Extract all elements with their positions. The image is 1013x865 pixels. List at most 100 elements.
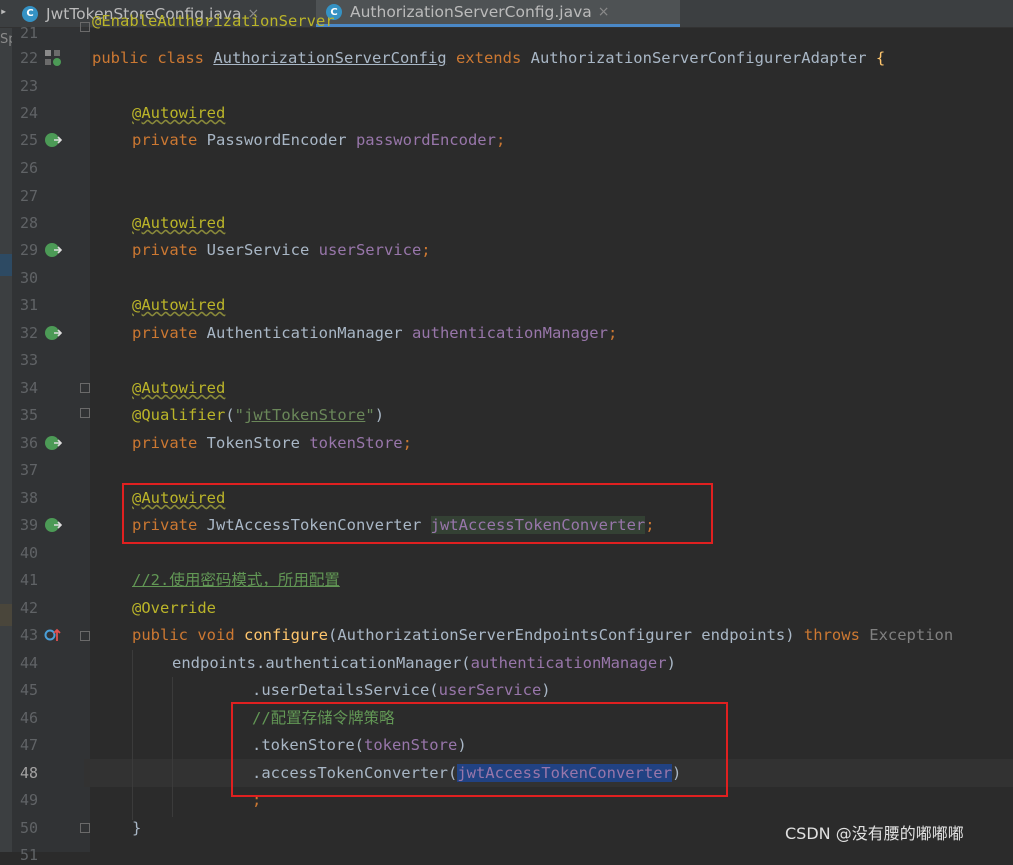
keyword: throws <box>803 626 870 644</box>
line-number[interactable]: 45 <box>14 680 38 700</box>
line-number[interactable]: 35 <box>14 405 38 425</box>
code-line-21[interactable]: @EnableAuthorizationServer <box>92 12 335 44</box>
line-number[interactable]: 41 <box>14 570 38 590</box>
line-number[interactable]: 22 <box>14 48 38 68</box>
line-number[interactable]: 49 <box>14 790 38 810</box>
line-number[interactable]: 32 <box>14 323 38 343</box>
line-number[interactable]: 40 <box>14 543 38 563</box>
project-panel-marker <box>0 604 12 626</box>
close-icon[interactable]: × <box>598 4 610 20</box>
code-line-31[interactable]: @Autowired <box>132 294 225 316</box>
code-line-32[interactable]: private AuthenticationManager authentica… <box>132 322 617 344</box>
line-number[interactable]: 24 <box>14 103 38 123</box>
field-name: userService <box>318 241 422 259</box>
spring-bean-icon[interactable] <box>44 131 63 149</box>
line-number[interactable]: 34 <box>14 378 38 398</box>
project-panel-selection <box>0 254 12 276</box>
fold-marker-icon[interactable] <box>80 383 90 393</box>
code-line-28[interactable]: @Autowired <box>132 212 225 234</box>
code-line-44[interactable]: endpoints.authenticationManager(authenti… <box>172 652 676 674</box>
class-name: AuthorizationServerConfig <box>213 49 447 67</box>
code-line-34[interactable]: @Autowired <box>132 377 225 399</box>
line-number[interactable]: 43 <box>14 625 38 645</box>
line-number[interactable]: 30 <box>14 268 38 288</box>
keyword: extends <box>446 49 531 67</box>
semicolon: ; <box>607 324 618 342</box>
line-number[interactable]: 31 <box>14 295 38 315</box>
code-line-35[interactable]: @Qualifier("jwtTokenStore") <box>132 404 384 426</box>
method-call: .userDetailsService( <box>252 681 439 699</box>
code-line-50[interactable]: } <box>132 817 141 839</box>
argument: userService <box>438 681 542 699</box>
paren: ) <box>666 654 676 672</box>
line-number[interactable]: 23 <box>14 76 38 96</box>
line-number[interactable]: 46 <box>14 708 38 728</box>
line-number[interactable]: 37 <box>14 460 38 480</box>
annotation-enable-auth-server: @EnableAuthorizationServer <box>92 12 335 30</box>
fold-marker-icon[interactable] <box>80 408 90 418</box>
line-number[interactable]: 42 <box>14 598 38 618</box>
line-number[interactable]: 28 <box>14 213 38 233</box>
line-number[interactable]: 36 <box>14 433 38 453</box>
spring-bean-icon[interactable] <box>44 241 63 259</box>
line-number[interactable]: 39 <box>14 515 38 535</box>
code-line-42[interactable]: @Override <box>132 597 216 619</box>
code-line-45[interactable]: .userDetailsService(userService) <box>252 679 551 701</box>
code-line-22[interactable]: public class AuthorizationServerConfig e… <box>92 47 885 69</box>
watermark: CSDN @没有腰的嘟嘟嘟 <box>785 824 964 843</box>
line-number[interactable]: 33 <box>14 350 38 370</box>
code-line-29[interactable]: private UserService userService; <box>132 239 431 261</box>
annotation-override: @Override <box>132 599 216 617</box>
line-number[interactable]: 26 <box>14 158 38 178</box>
line-number[interactable]: 21 <box>14 23 38 43</box>
keyword: private <box>132 241 207 259</box>
annotation-autowired: @Autowired <box>132 379 226 397</box>
code-line-36[interactable]: private TokenStore tokenStore; <box>132 432 412 454</box>
semicolon: ; <box>402 434 412 452</box>
annotation-autowired: @Autowired <box>132 214 226 232</box>
highlight-box-chain <box>231 702 728 797</box>
spring-bean-icon[interactable] <box>44 324 63 342</box>
line-number[interactable]: 50 <box>14 818 38 838</box>
line-number[interactable]: 48 <box>14 763 38 783</box>
type-name: UserService <box>206 241 319 259</box>
override-method-icon[interactable] <box>44 626 62 644</box>
exception-type: Exception <box>869 626 954 644</box>
type-name: TokenStore <box>206 434 310 452</box>
line-number[interactable]: 51 <box>14 845 38 865</box>
spring-config-icon[interactable] <box>44 49 62 67</box>
line-number[interactable]: 27 <box>14 186 38 206</box>
line-number[interactable]: 38 <box>14 488 38 508</box>
line-number[interactable]: 29 <box>14 240 38 260</box>
code-line-25[interactable]: private PasswordEncoder passwordEncoder; <box>132 129 505 151</box>
spring-bean-icon[interactable] <box>44 516 63 534</box>
annotation-autowired: @Autowired <box>132 104 226 122</box>
fold-marker-icon[interactable] <box>80 631 90 641</box>
keyword: private <box>132 131 207 149</box>
semicolon: ; <box>495 131 506 149</box>
quote: " <box>234 406 245 424</box>
paren: ) <box>541 681 551 699</box>
fold-marker-icon[interactable] <box>80 22 90 32</box>
tab-authorization-server-config[interactable]: C AuthorizationServerConfig.java × <box>316 0 680 27</box>
tabs-dropdown-icon[interactable]: ▸ <box>0 4 7 18</box>
method-name: configure <box>243 626 328 644</box>
code-line-43[interactable]: public void configure(AuthorizationServe… <box>132 624 953 646</box>
fold-marker-icon[interactable] <box>80 823 90 833</box>
keyword: private <box>132 434 207 452</box>
field-name: passwordEncoder <box>355 131 496 149</box>
type-name: PasswordEncoder <box>206 131 356 149</box>
indent-guide <box>132 650 133 820</box>
keyword: public void <box>132 626 244 644</box>
semicolon: ; <box>421 241 431 259</box>
line-number[interactable]: 44 <box>14 653 38 673</box>
line-number[interactable]: 25 <box>14 130 38 150</box>
argument: authenticationManager <box>470 654 667 672</box>
field-name: authenticationManager <box>411 324 608 342</box>
keyword: private <box>132 324 207 342</box>
code-line-24[interactable]: @Autowired <box>132 102 225 124</box>
code-line-41[interactable]: //2.使用密码模式，所用配置 <box>132 569 340 591</box>
spring-bean-icon[interactable] <box>44 434 63 452</box>
line-number[interactable]: 47 <box>14 735 38 755</box>
brace: } <box>132 819 142 837</box>
